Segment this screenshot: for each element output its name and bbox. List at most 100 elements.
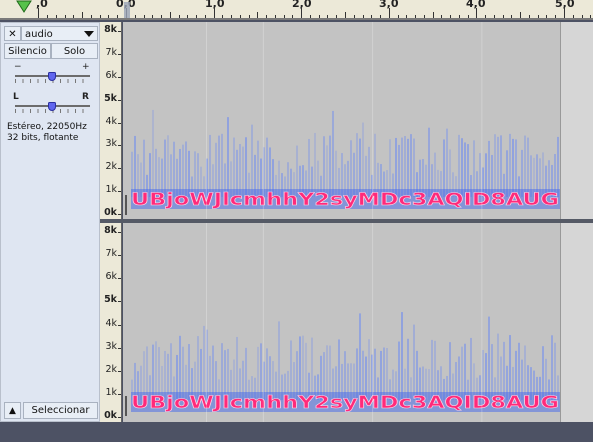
noise-streak xyxy=(302,335,304,400)
axis-tick xyxy=(118,417,121,418)
noise-streak xyxy=(491,344,493,400)
mute-button[interactable]: Silencio xyxy=(4,43,51,59)
noise-streak xyxy=(236,336,238,400)
timeline-ruler[interactable]: ,0 0,0 1,0 2,0 3,0 4,0 5,0 xyxy=(0,0,593,20)
ruler-tick xyxy=(423,15,425,18)
ruler-tick xyxy=(476,8,478,18)
axis-tick xyxy=(118,191,121,193)
noise-streak xyxy=(497,136,499,197)
noise-streak xyxy=(323,136,325,197)
noise-streak xyxy=(359,138,361,197)
axis-label: 2k xyxy=(105,161,117,173)
ruler-tick xyxy=(161,15,163,18)
noise-streak xyxy=(215,142,217,197)
noise-streak xyxy=(431,339,433,400)
close-track-button[interactable]: ✕ xyxy=(4,26,21,41)
noise-streak xyxy=(515,139,517,197)
grid-line xyxy=(262,22,264,219)
axis-tick xyxy=(118,31,121,32)
pan-slider-thumb[interactable] xyxy=(48,102,56,111)
axis-label: 0k xyxy=(104,207,117,218)
ruler-tick xyxy=(117,15,119,18)
noise-streak xyxy=(227,117,229,197)
ruler-tick xyxy=(187,15,189,18)
frequency-axis-top: 8k 7k 6k 5k 4k 3k 2k 1k 0k xyxy=(100,22,122,219)
track-name: audio xyxy=(25,29,53,40)
track-name-menu[interactable]: audio xyxy=(21,26,98,41)
ruler-tick xyxy=(231,15,233,18)
noise-streak xyxy=(458,134,460,197)
noise-streak xyxy=(155,341,157,400)
empty-region-bottom[interactable] xyxy=(560,223,593,422)
axis-tick xyxy=(118,99,121,101)
noise-streak xyxy=(356,133,358,197)
noise-streak xyxy=(542,346,544,400)
gain-slider-thumb[interactable] xyxy=(48,72,56,81)
grid-line xyxy=(206,223,208,422)
ruler-tick xyxy=(99,15,101,18)
noise-streak xyxy=(446,128,448,197)
noise-streak xyxy=(209,134,211,197)
axis-tick xyxy=(118,255,121,257)
noise-streak xyxy=(512,138,514,197)
ruler-tick xyxy=(152,15,154,18)
spectrogram-channel-left[interactable]: UBjoWJlcmhhY2syMDc3AQID8AUG xyxy=(123,22,560,219)
ruler-tick xyxy=(222,15,224,18)
ruler-tick xyxy=(511,15,513,18)
cursor-marker xyxy=(124,2,130,18)
solo-button[interactable]: Solo xyxy=(51,43,98,59)
noise-streak xyxy=(167,135,169,197)
ruler-tick xyxy=(380,15,382,18)
ruler-tick xyxy=(406,15,408,18)
grid-line xyxy=(206,22,208,219)
ruler-tick xyxy=(82,12,84,18)
ruler-tick xyxy=(248,15,250,18)
ruler-tick xyxy=(371,15,373,18)
noise-streak xyxy=(428,127,430,197)
noise-streak xyxy=(518,342,520,400)
ruler-tick xyxy=(441,15,443,18)
noise-streak xyxy=(464,343,466,400)
axis-label: 6k xyxy=(105,271,117,283)
noise-streak xyxy=(308,138,310,197)
spectrogram-text: UBjoWJlcmhhY2syMDc3AQID8AUG xyxy=(131,190,559,210)
noise-streak xyxy=(362,122,364,197)
ruler-tick xyxy=(196,15,198,18)
noise-streak xyxy=(488,316,490,400)
noise-streak xyxy=(143,139,145,197)
track-format-info: Estéreo, 22050Hz xyxy=(7,122,87,132)
noise-streak xyxy=(134,135,136,197)
axis-tick xyxy=(118,122,121,124)
noise-streak xyxy=(464,142,466,197)
noise-streak xyxy=(305,342,307,400)
axis-tick xyxy=(118,278,121,280)
select-track-button[interactable]: Seleccionar xyxy=(23,402,98,419)
spectrogram-channel-right[interactable]: UBjoWJlcmhhY2syMDc3AQID8AUG xyxy=(123,223,560,422)
ruler-tick xyxy=(292,15,294,18)
collapse-track-button[interactable]: ▲ xyxy=(4,402,21,419)
axis-label: 3k xyxy=(105,340,117,352)
ruler-tick xyxy=(309,15,311,18)
noise-streak xyxy=(164,139,166,197)
pan-right-label: R xyxy=(82,92,89,102)
ruler-tick xyxy=(47,15,49,18)
axis-tick xyxy=(118,301,121,303)
spectrogram-text: UBjoWJlcmhhY2syMDc3AQID8AUG xyxy=(131,393,559,413)
track-control-panel[interactable]: ✕ audio Silencio Solo − + L R Estéreo, 2… xyxy=(0,22,100,422)
noise-streak xyxy=(524,135,526,197)
empty-region-top[interactable] xyxy=(560,22,593,219)
ruler-tick xyxy=(108,15,110,18)
chevron-down-icon xyxy=(84,31,94,37)
play-head-icon[interactable] xyxy=(14,0,34,14)
ruler-tick xyxy=(528,15,530,18)
noise-streak xyxy=(443,139,445,197)
axis-label: 2k xyxy=(105,363,117,375)
noise-streak xyxy=(221,343,223,400)
grid-line xyxy=(262,223,264,422)
ruler-tick xyxy=(90,15,92,18)
ruler-tick xyxy=(572,15,574,18)
axis-label: 6k xyxy=(105,69,117,81)
axis-label: 4k xyxy=(105,115,117,127)
noise-streak xyxy=(389,139,391,197)
noise-streak xyxy=(332,110,334,197)
